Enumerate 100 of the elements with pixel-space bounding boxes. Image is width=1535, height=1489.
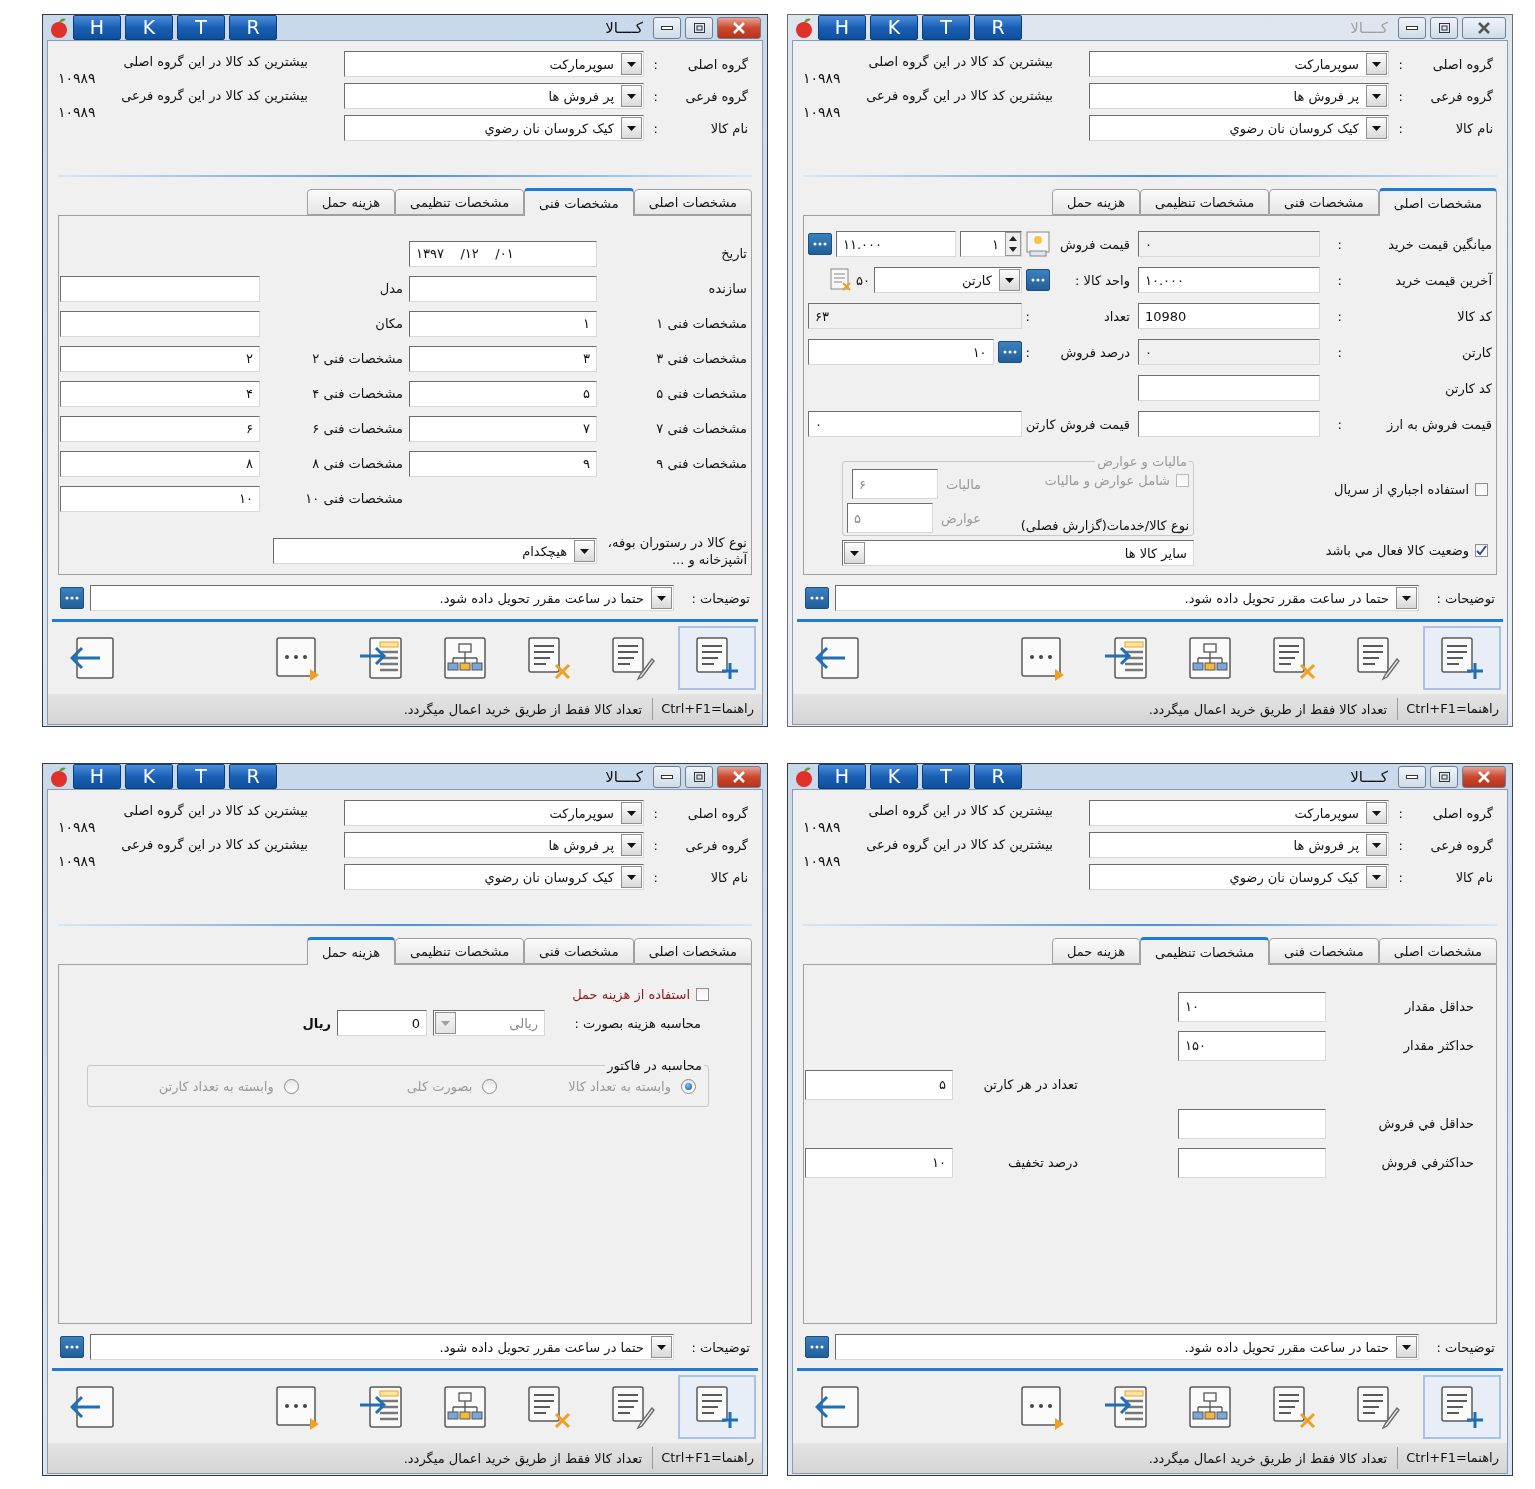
add-button[interactable]: [678, 626, 756, 690]
text-field[interactable]: ۱: [409, 310, 597, 337]
dropdown-button[interactable]: [999, 269, 1020, 291]
dropdown-button[interactable]: [621, 802, 642, 824]
dropdown-field[interactable]: سوپرمارکت: [344, 51, 644, 77]
shortcut-button[interactable]: K: [870, 764, 918, 789]
text-field[interactable]: ۱۰: [60, 485, 260, 512]
more-button[interactable]: [1026, 269, 1050, 291]
tab[interactable]: هزینه حمل: [307, 189, 396, 215]
text-field[interactable]: ۱۵۰: [1178, 1030, 1326, 1061]
number-spinner[interactable]: ۱: [960, 231, 1022, 257]
dropdown-button[interactable]: [1396, 587, 1417, 609]
minimize-button[interactable]: [1398, 765, 1426, 788]
text-field[interactable]: ۱۰: [808, 339, 994, 365]
shortcut-button[interactable]: T: [922, 15, 970, 40]
tab[interactable]: هزینه حمل: [1052, 938, 1141, 964]
dropdown-button[interactable]: [1366, 117, 1387, 139]
dropdown-button[interactable]: [574, 540, 595, 562]
shortcut-button[interactable]: R: [229, 15, 277, 40]
tab[interactable]: هزینه حمل: [307, 937, 396, 965]
text-field[interactable]: ۲: [60, 345, 260, 372]
add-button[interactable]: [1423, 626, 1501, 690]
shortcut-button[interactable]: H: [73, 15, 121, 40]
dropdown-button[interactable]: [1366, 85, 1387, 107]
dropdown-field[interactable]: هیچکدام: [273, 538, 597, 564]
text-field[interactable]: ۱۰: [805, 1147, 953, 1178]
dropdown-field[interactable]: کیک کروسان نان رضوي: [344, 864, 644, 890]
text-field[interactable]: [1178, 1108, 1326, 1139]
text-field[interactable]: [409, 275, 597, 302]
dropdown-button[interactable]: [1366, 53, 1387, 75]
tab[interactable]: مشخصات فنی: [524, 938, 634, 964]
shortcut-button[interactable]: H: [818, 15, 866, 40]
more-button[interactable]: [805, 1336, 829, 1358]
more-button[interactable]: [60, 1336, 84, 1358]
tab[interactable]: مشخصات تنظیمی: [395, 938, 525, 964]
shortcut-button[interactable]: T: [922, 764, 970, 789]
close-button[interactable]: [1462, 16, 1506, 39]
tab[interactable]: مشخصات اصلی: [1378, 188, 1497, 216]
dropdown-field[interactable]: سوپرمارکت: [1089, 51, 1389, 77]
tab[interactable]: هزینه حمل: [1052, 189, 1141, 215]
dropdown-button[interactable]: [621, 117, 642, 139]
text-field[interactable]: 10980: [1138, 303, 1320, 329]
dropdown-button[interactable]: [1366, 866, 1387, 888]
dropdown-field[interactable]: کیک کروسان نان رضوي: [1089, 115, 1389, 141]
tab[interactable]: مشخصات تنظیمی: [395, 189, 525, 215]
text-field[interactable]: ۱۱.۰۰۰: [836, 231, 956, 257]
more-button[interactable]: [805, 587, 829, 609]
more-button[interactable]: [60, 587, 84, 609]
tab[interactable]: مشخصات فنی: [1269, 189, 1379, 215]
dropdown-button[interactable]: [1366, 834, 1387, 856]
tab[interactable]: مشخصات تنظیمی: [1140, 937, 1270, 965]
dropdown-button[interactable]: [1366, 802, 1387, 824]
dropdown-field[interactable]: کارتن: [874, 267, 1022, 293]
dropdown-field[interactable]: پر فروش ها: [1089, 83, 1389, 109]
dropdown-field[interactable]: کیک کروسان نان رضوي: [1089, 864, 1389, 890]
text-field[interactable]: ۱۰.۰۰۰: [1138, 267, 1320, 293]
tab[interactable]: مشخصات اصلی: [1378, 938, 1497, 964]
dropdown-field[interactable]: پر فروش ها: [344, 83, 644, 109]
text-field[interactable]: ۴: [60, 380, 260, 407]
minimize-button[interactable]: [653, 765, 681, 788]
text-field[interactable]: ۱۳۹۷ /۱۲ /۰۱: [409, 240, 597, 267]
dropdown-field[interactable]: کیک کروسان نان رضوي: [344, 115, 644, 141]
shortcut-button[interactable]: T: [177, 764, 225, 789]
text-field[interactable]: ۹: [409, 450, 597, 477]
checkbox[interactable]: [1475, 483, 1488, 496]
maximize-button[interactable]: [1430, 16, 1458, 39]
shortcut-button[interactable]: K: [125, 764, 173, 789]
text-field[interactable]: ۶: [60, 415, 260, 442]
dropdown-button[interactable]: [621, 834, 642, 856]
dropdown-field[interactable]: سوپرمارکت: [1089, 800, 1389, 826]
tab[interactable]: مشخصات فنی: [1269, 938, 1379, 964]
shortcut-button[interactable]: H: [818, 764, 866, 789]
shortcut-button[interactable]: R: [229, 764, 277, 789]
text-field[interactable]: ۱۰: [1178, 991, 1326, 1022]
text-field[interactable]: [1178, 1147, 1326, 1178]
text-field[interactable]: ۸: [60, 450, 260, 477]
shortcut-button[interactable]: K: [870, 15, 918, 40]
dropdown-button[interactable]: [621, 866, 642, 888]
tab[interactable]: مشخصات تنظیمی: [1140, 189, 1270, 215]
checkbox[interactable]: [1475, 544, 1488, 557]
dropdown-button[interactable]: [621, 53, 642, 75]
shortcut-button[interactable]: K: [125, 15, 173, 40]
maximize-button[interactable]: [685, 765, 713, 788]
dropdown-button[interactable]: [651, 587, 672, 609]
dropdown-field[interactable]: پر فروش ها: [1089, 832, 1389, 858]
close-button[interactable]: [717, 765, 761, 788]
dropdown-field[interactable]: حتما در ساعت مقرر تحویل داده شود.: [90, 1334, 674, 1360]
shortcut-button[interactable]: H: [73, 764, 121, 789]
text-field[interactable]: ۵: [805, 1069, 953, 1100]
dropdown-field[interactable]: حتما در ساعت مقرر تحویل داده شود.: [835, 1334, 1419, 1360]
text-field[interactable]: [60, 310, 260, 337]
text-field[interactable]: ۰: [808, 411, 1022, 437]
more-button[interactable]: [997, 341, 1022, 363]
minimize-button[interactable]: [653, 16, 681, 39]
minimize-button[interactable]: [1398, 16, 1426, 39]
dropdown-field[interactable]: سوپرمارکت: [344, 800, 644, 826]
text-field[interactable]: [60, 275, 260, 302]
dropdown-field[interactable]: سایر کالا ها: [842, 540, 1194, 566]
checkbox[interactable]: [696, 988, 709, 1001]
text-field[interactable]: 0: [337, 1010, 427, 1036]
